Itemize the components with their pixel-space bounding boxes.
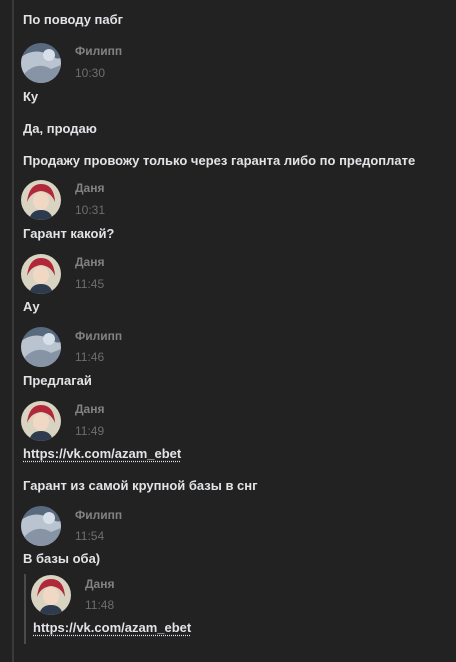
author-name[interactable]: Филипп	[75, 44, 122, 58]
message-time: 10:31	[75, 203, 106, 217]
message-text: Гарант из самой крупной базы в снг	[23, 478, 258, 493]
avatar-filipp[interactable]	[21, 43, 61, 83]
author-name[interactable]: Филипп	[75, 508, 122, 522]
forwarded-quote-bar	[24, 574, 26, 644]
message-text: Предлагай	[23, 373, 92, 388]
message-link[interactable]: https://vk.com/azam_ebet	[23, 446, 181, 462]
forwarded-author-name[interactable]: Даня	[85, 577, 114, 591]
author-name[interactable]: Даня	[75, 181, 104, 195]
avatar-danya[interactable]	[21, 401, 61, 441]
message-time: 11:45	[75, 277, 105, 291]
message-time: 11:54	[75, 529, 105, 543]
message-time: 11:46	[75, 350, 105, 364]
avatar-danya[interactable]	[21, 180, 61, 220]
message-text: По поводу пабг	[23, 12, 124, 27]
author-name[interactable]: Филипп	[75, 329, 122, 343]
message-text: Ау	[23, 299, 40, 314]
message-time: 10:30	[75, 66, 106, 80]
forwarded-message-time: 11:48	[85, 598, 115, 612]
message-text: Продажу провожу только через гаранта либ…	[23, 153, 416, 168]
avatar-filipp[interactable]	[21, 506, 61, 546]
avatar-danya[interactable]	[31, 575, 71, 615]
forwarded-message-link[interactable]: https://vk.com/azam_ebet	[33, 620, 191, 636]
message-time: 11:49	[75, 424, 105, 438]
message-text: Гарант какой?	[23, 226, 115, 241]
author-name[interactable]: Даня	[75, 255, 104, 269]
message-text: Да, продаю	[23, 121, 97, 136]
thread-line	[12, 0, 14, 662]
author-name[interactable]: Даня	[75, 402, 104, 416]
message-text: В базы оба)	[23, 551, 101, 566]
message-feed: По поводу пабг Филипп 10:30 Ку Да, прода…	[0, 0, 456, 662]
avatar-filipp[interactable]	[21, 327, 61, 367]
avatar-danya[interactable]	[21, 254, 61, 294]
message-text: Ку	[23, 89, 39, 104]
